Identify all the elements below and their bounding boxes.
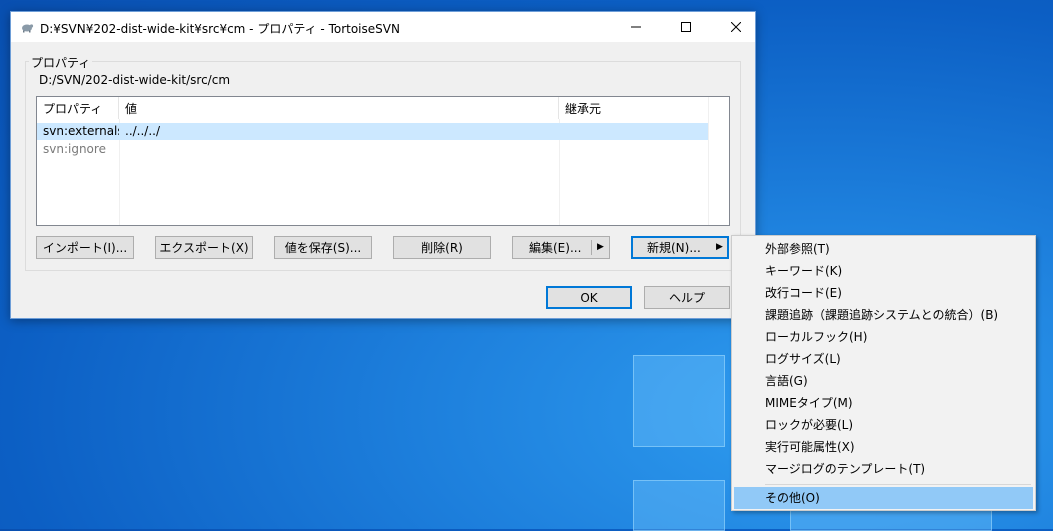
import-button-label: インポート(I)... (42, 241, 128, 255)
new-property-menu: 外部参照(T) キーワード(K) 改行コード(E) 課題追跡（課題追跡システムと… (731, 235, 1036, 511)
menu-item-needs-lock[interactable]: ロックが必要(L) (734, 414, 1033, 436)
menu-item-externals[interactable]: 外部参照(T) (734, 238, 1033, 260)
list-header: プロパティ 値 継承元 (37, 97, 709, 119)
help-button-label: ヘルプ (668, 291, 705, 305)
properties-list[interactable]: プロパティ 値 継承元 svn:externals ../../../ svn:… (36, 96, 730, 226)
save-value-button[interactable]: 値を保存(S)... (274, 236, 372, 259)
menu-item-log-sizes[interactable]: ログサイズ(L) (734, 348, 1033, 370)
cell-property: svn:ignore (43, 142, 106, 156)
menu-item-eol-style[interactable]: 改行コード(E) (734, 282, 1033, 304)
delete-button[interactable]: 削除(R) (393, 236, 491, 259)
column-header-property[interactable]: プロパティ (37, 97, 119, 119)
menu-item-local-hooks[interactable]: ローカルフック(H) (734, 326, 1033, 348)
tortoise-icon (22, 24, 34, 33)
edit-split-button[interactable]: 編集(E)... ▶ (512, 236, 610, 259)
chevron-right-icon[interactable]: ▶ (597, 242, 604, 252)
minimize-button[interactable] (613, 12, 659, 42)
desktop-window-tile (633, 355, 725, 447)
chevron-right-icon[interactable]: ▶ (716, 242, 723, 252)
menu-separator (765, 484, 1031, 485)
desktop-window-tile (633, 480, 725, 531)
close-button[interactable] (713, 12, 759, 42)
save-value-button-label: 値を保存(S)... (284, 241, 362, 255)
cell-value: ../../../ (125, 124, 161, 138)
column-header-value[interactable]: 値 (119, 97, 559, 119)
path-label: D:/SVN/202-dist-wide-kit/src/cm (39, 73, 231, 87)
list-scroll-area[interactable] (708, 97, 729, 225)
menu-item-bugtraq[interactable]: 課題追跡（課題追跡システムとの統合）(B) (734, 304, 1033, 326)
title-bar[interactable]: D:¥SVN¥202-dist-wide-kit¥src¥cm - プロパティ … (11, 12, 755, 42)
maximize-icon (681, 22, 691, 32)
cell-inherited (559, 123, 709, 140)
split-divider (591, 240, 592, 255)
new-button-label: 新規(N)... (647, 241, 701, 255)
menu-item-other[interactable]: その他(O) (734, 487, 1033, 509)
menu-item-merge-log-template[interactable]: マージログのテンプレート(T) (734, 458, 1033, 480)
table-row[interactable]: svn:externals ../../../ (37, 123, 709, 140)
properties-dialog: D:¥SVN¥202-dist-wide-kit¥src¥cm - プロパティ … (10, 11, 756, 319)
new-split-button[interactable]: 新規(N)... ▶ (631, 236, 729, 259)
cell-value (119, 141, 559, 158)
menu-item-keywords[interactable]: キーワード(K) (734, 260, 1033, 282)
table-row[interactable]: svn:ignore (37, 141, 709, 158)
minimize-icon (631, 26, 641, 28)
menu-item-mime-type[interactable]: MIMEタイプ(M) (734, 392, 1033, 414)
window-title: D:¥SVN¥202-dist-wide-kit¥src¥cm - プロパティ … (40, 22, 400, 36)
close-icon (731, 22, 741, 32)
delete-button-label: 削除(R) (421, 241, 463, 255)
export-button-label: エクスポート(X) (159, 241, 249, 255)
cell-property: svn:externals (43, 124, 119, 138)
cell-inherited (559, 141, 709, 158)
import-button[interactable]: インポート(I)... (36, 236, 134, 259)
group-legend: プロパティ (29, 54, 93, 71)
ok-button-label: OK (580, 290, 598, 305)
menu-item-executable[interactable]: 実行可能属性(X) (734, 436, 1033, 458)
column-header-inherited[interactable]: 継承元 (559, 97, 709, 119)
maximize-button[interactable] (663, 12, 709, 42)
menu-item-language[interactable]: 言語(G) (734, 370, 1033, 392)
edit-button-label: 編集(E)... (529, 241, 582, 255)
help-button[interactable]: ヘルプ (644, 286, 730, 309)
ok-button[interactable]: OK (546, 286, 632, 309)
export-button[interactable]: エクスポート(X) (155, 236, 253, 259)
